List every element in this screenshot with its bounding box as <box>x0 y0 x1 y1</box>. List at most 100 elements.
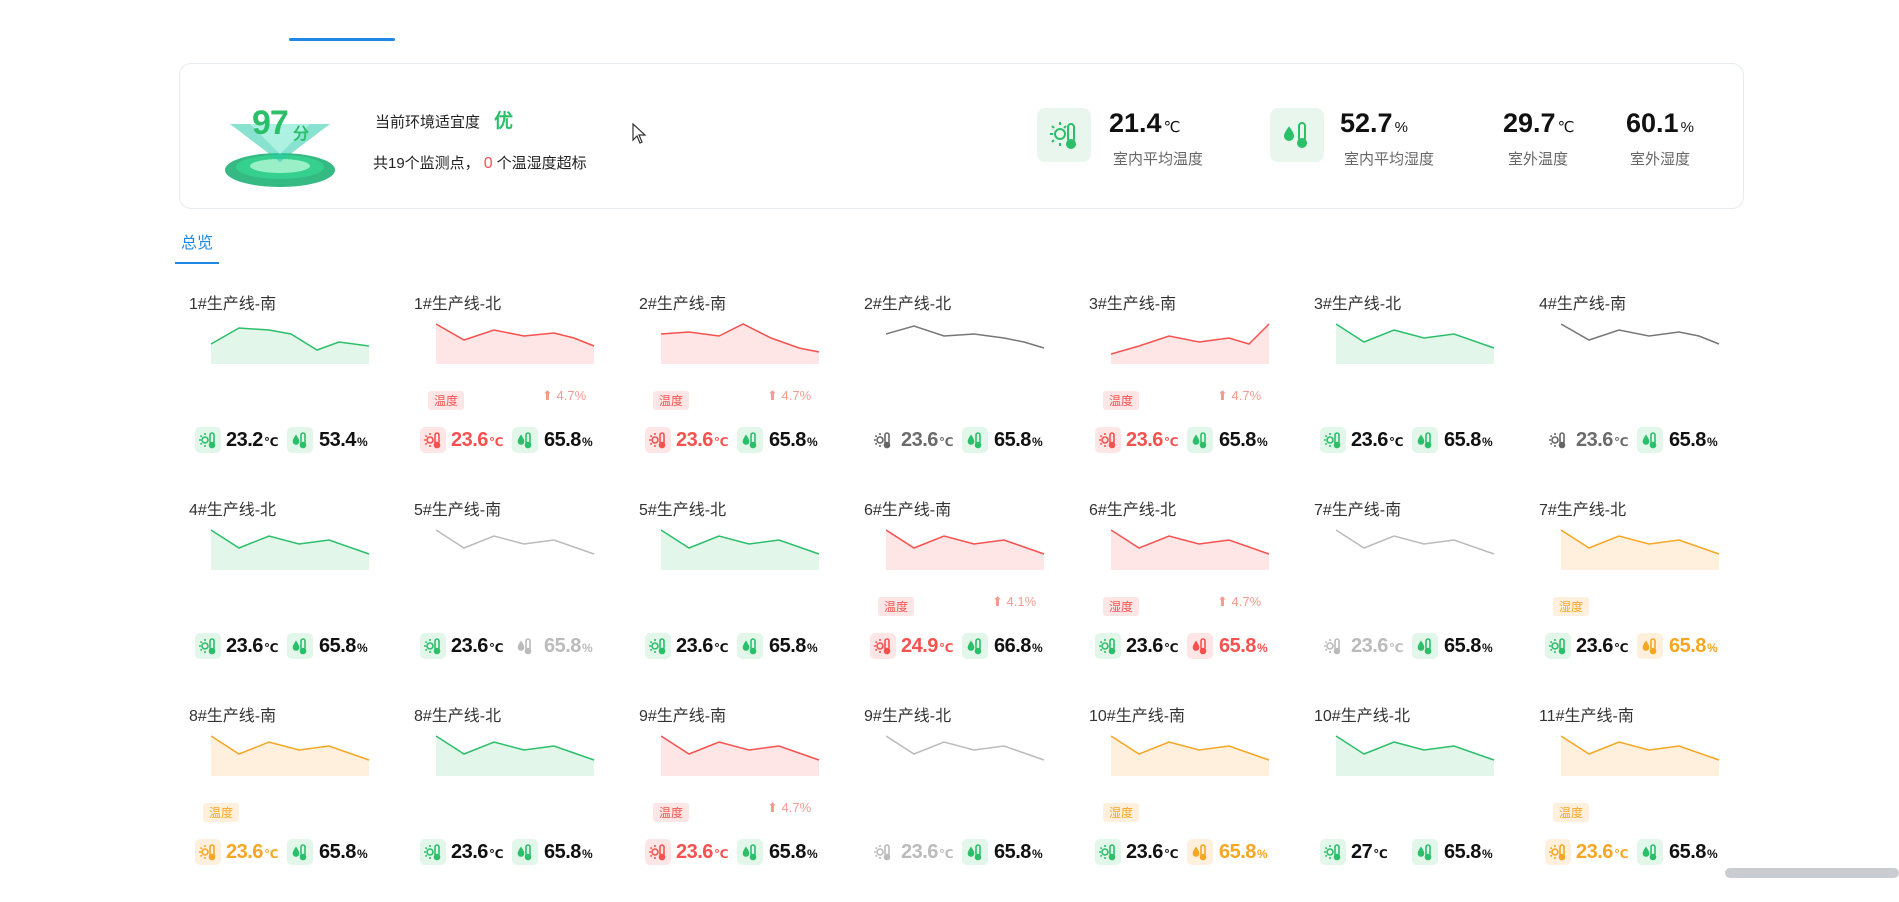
trend-sparkline <box>1336 529 1495 555</box>
humidity-icon <box>1412 427 1438 453</box>
temperature-value: 23.6℃ <box>1576 635 1628 657</box>
monitor-card[interactable]: 10#生产线-南 湿度 23.6℃ 65.8% <box>1089 702 1304 902</box>
monitor-card[interactable]: 5#生产线-南 23.6℃ 65.8% <box>414 496 629 696</box>
alert-badge: 湿度 <box>1103 597 1140 616</box>
humidity-icon <box>287 839 313 865</box>
trend-sparkline <box>1336 735 1495 776</box>
temperature-value: 23.6℃ <box>676 635 728 657</box>
alert-badge: 温度 <box>1553 803 1590 822</box>
trend-change: ⬆ 4.7% <box>1217 388 1262 403</box>
humidity-value: 65.8% <box>1444 429 1493 451</box>
indoor-avg-humidity-label: 室内平均湿度 <box>1344 151 1435 168</box>
trend-sparkline <box>661 735 820 776</box>
monitor-summary: 共19个监测点， 0 个温湿度超标 <box>373 152 587 173</box>
temperature-value: 23.6℃ <box>1126 429 1178 451</box>
monitor-card[interactable]: 9#生产线-南 温度 ⬆ 4.7% 23.6℃ 65.8% <box>639 702 854 902</box>
humidity-icon <box>1637 633 1663 659</box>
humidity-icon <box>737 839 763 865</box>
card-title: 8#生产线-南 <box>189 708 277 725</box>
humidity-value: 65.8% <box>319 841 368 863</box>
sparkline-area <box>1336 324 1494 364</box>
card-title: 9#生产线-南 <box>639 708 727 725</box>
temperature-value: 23.6℃ <box>451 635 503 657</box>
monitor-card[interactable]: 2#生产线-北 23.6℃ 65.8% <box>864 290 1079 490</box>
sparkline-line <box>436 529 595 555</box>
sparkline-area <box>661 324 819 364</box>
temperature-icon <box>645 633 671 659</box>
temperature-value: 23.6℃ <box>676 841 728 863</box>
monitor-card[interactable]: 6#生产线-南 温度 ⬆ 4.1% 24.9℃ 66.8% <box>864 496 1079 696</box>
humidity-icon <box>287 427 313 453</box>
humidity-value: 65.8% <box>769 429 818 451</box>
sparkline-area <box>1561 736 1719 776</box>
sparkline-area <box>1111 530 1269 570</box>
humidity-value: 65.8% <box>1669 841 1718 863</box>
temperature-icon <box>195 427 221 453</box>
temperature-value: 23.6℃ <box>451 429 503 451</box>
trend-change: ⬆ 4.7% <box>1217 594 1262 609</box>
sparkline-area <box>886 530 1044 570</box>
temperature-icon <box>1095 839 1121 865</box>
monitor-card[interactable]: 1#生产线-北 温度 ⬆ 4.7% 23.6℃ 65.8% <box>414 290 629 490</box>
humidity-icon <box>1187 633 1213 659</box>
monitor-card[interactable]: 1#生产线-南 23.2℃ 53.4% <box>189 290 404 490</box>
monitor-card[interactable]: 4#生产线-北 23.6℃ 65.8% <box>189 496 404 696</box>
humidity-value: 65.8% <box>769 841 818 863</box>
monitor-card[interactable]: 5#生产线-北 23.6℃ 65.8% <box>639 496 854 696</box>
trend-sparkline <box>1111 529 1270 570</box>
sparkline-line <box>1336 529 1495 555</box>
sparkline-area <box>1561 530 1719 570</box>
alert-badge: 湿度 <box>1553 597 1590 616</box>
outdoor-temp-value: 29.7 ℃ <box>1503 108 1575 138</box>
temperature-value: 23.6℃ <box>1126 841 1178 863</box>
monitor-card[interactable]: 8#生产线-南 温度 23.6℃ 65.8% <box>189 702 404 902</box>
alert-badge: 温度 <box>653 391 690 410</box>
outdoor-humidity-label: 室外湿度 <box>1630 151 1691 168</box>
card-title: 7#生产线-北 <box>1539 502 1627 519</box>
humidity-value: 65.8% <box>1444 635 1493 657</box>
temperature-value: 23.6℃ <box>1576 429 1628 451</box>
humidity-icon <box>287 633 313 659</box>
trend-sparkline <box>1561 529 1720 570</box>
indoor-avg-temp-label: 室内平均温度 <box>1113 151 1204 168</box>
temperature-icon <box>195 633 221 659</box>
monitor-card[interactable]: 6#生产线-北 湿度 ⬆ 4.7% 23.6℃ 65.8% <box>1089 496 1304 696</box>
outdoor-temp-label: 室外温度 <box>1508 151 1569 168</box>
outdoor-humidity-value: 60.1% <box>1626 108 1694 138</box>
card-title: 2#生产线-南 <box>639 296 727 313</box>
monitor-card[interactable]: 7#生产线-北 湿度 23.6℃ 65.8% <box>1539 496 1754 696</box>
humidity-icon <box>1412 839 1438 865</box>
humidity-icon <box>1187 427 1213 453</box>
tab-overview[interactable]: 总览 <box>181 229 213 253</box>
mouse-cursor-icon <box>632 123 647 144</box>
monitor-card[interactable]: 9#生产线-北 23.6℃ 65.8% <box>864 702 1079 902</box>
monitor-card[interactable]: 2#生产线-南 温度 ⬆ 4.7% 23.6℃ 65.8% <box>639 290 854 490</box>
trend-sparkline <box>211 529 370 570</box>
card-title: 1#生产线-北 <box>414 296 502 313</box>
humidity-icon <box>512 633 538 659</box>
card-title: 4#生产线-北 <box>189 502 277 519</box>
sparkline-line <box>886 325 1045 349</box>
temperature-icon <box>1545 839 1571 865</box>
card-title: 10#生产线-南 <box>1089 708 1186 725</box>
humidity-value: 65.8% <box>1219 841 1268 863</box>
temperature-icon <box>870 839 896 865</box>
trend-sparkline <box>211 327 370 364</box>
monitor-card[interactable]: 4#生产线-南 23.6℃ 65.8% <box>1539 290 1754 490</box>
monitor-card[interactable]: 3#生产线-北 23.6℃ 65.8% <box>1314 290 1529 490</box>
monitor-card[interactable]: 8#生产线-北 23.6℃ 65.8% <box>414 702 629 902</box>
tab-overview-underline <box>175 262 219 264</box>
monitor-card[interactable]: 11#生产线-南 温度 23.6℃ 65.8% <box>1539 702 1754 902</box>
horizontal-scrollbar[interactable] <box>1725 868 1899 878</box>
card-title: 9#生产线-北 <box>864 708 952 725</box>
monitor-card[interactable]: 3#生产线-南 温度 ⬆ 4.7% 23.6℃ 65.8% <box>1089 290 1304 490</box>
monitor-card[interactable]: 10#生产线-北 27℃ 65.8% <box>1314 702 1529 902</box>
card-title: 5#生产线-北 <box>639 502 727 519</box>
humidity-icon <box>1187 839 1213 865</box>
temperature-icon <box>1545 633 1571 659</box>
temperature-value: 23.6℃ <box>451 841 503 863</box>
monitor-card[interactable]: 7#生产线-南 23.6℃ 65.8% <box>1314 496 1529 696</box>
trend-change: ⬆ 4.7% <box>542 388 587 403</box>
humidity-value: 65.8% <box>1444 841 1493 863</box>
comfort-label: 当前环境适宜度 <box>375 114 481 131</box>
